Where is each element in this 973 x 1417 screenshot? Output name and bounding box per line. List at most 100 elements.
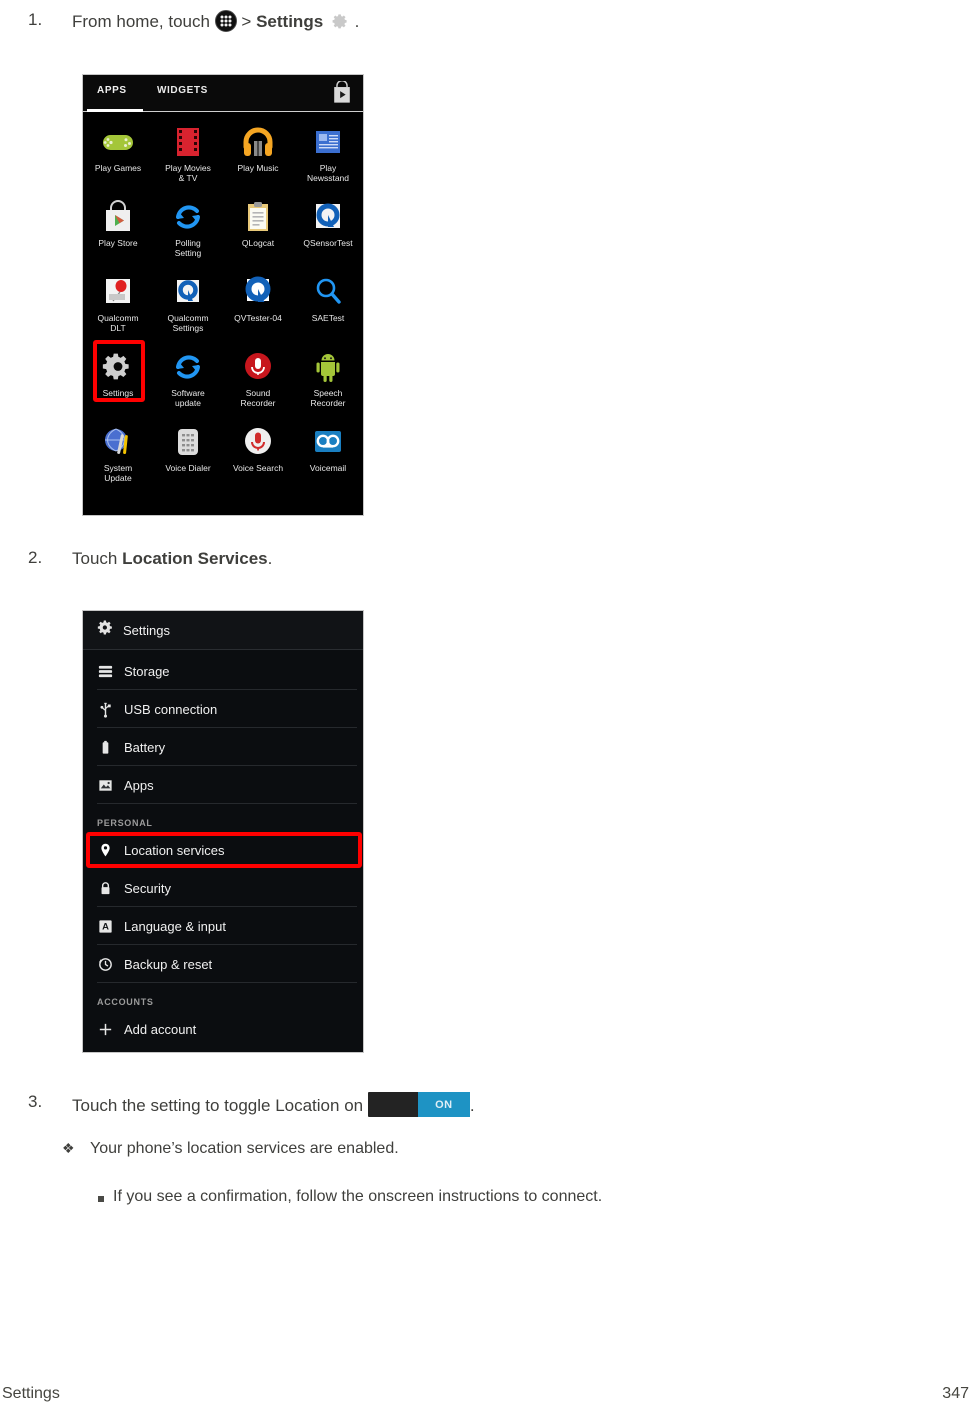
- app-play-music[interactable]: Play Music: [223, 118, 293, 193]
- note-location-enabled: Your phone’s location services are enabl…: [90, 1140, 399, 1157]
- step-2-text-post: .: [267, 549, 273, 568]
- settings-item-security[interactable]: Security: [83, 869, 363, 907]
- step-3-number: 3.: [28, 1092, 43, 1111]
- app-voicemail[interactable]: Voicemail: [293, 418, 363, 493]
- letter-a-icon: A: [97, 918, 114, 935]
- app-play-games[interactable]: Play Games: [83, 118, 153, 193]
- settings-item-usb-connection[interactable]: USB connection: [83, 690, 363, 728]
- clipboard-icon: [240, 199, 276, 235]
- newspaper-icon: [310, 124, 346, 160]
- app-label: Play Games: [94, 163, 142, 173]
- app-play-movies-tv[interactable]: Play Movies & TV: [153, 118, 223, 193]
- svg-text:A: A: [102, 921, 109, 932]
- app-play-newsstand[interactable]: Play Newsstand: [293, 118, 363, 193]
- qualcomm-q-icon: [240, 274, 276, 310]
- app-qualcomm-dlt[interactable]: Qualcomm DLT: [83, 268, 153, 343]
- android-robot-icon: [310, 349, 346, 385]
- magnifier-icon: [310, 274, 346, 310]
- apps-row: Play Store Polling Setting QLogcat QSens…: [83, 193, 363, 268]
- app-voice-dialer[interactable]: Voice Dialer: [153, 418, 223, 493]
- app-play-store[interactable]: Play Store: [83, 193, 153, 268]
- settings-item-backup-reset[interactable]: Backup & reset: [83, 945, 363, 983]
- app-label: Qualcomm DLT: [97, 313, 139, 333]
- balloon-icon: [100, 274, 136, 310]
- settings-item-location-services[interactable]: Location services: [83, 831, 363, 869]
- app-qualcomm-settings[interactable]: Qualcomm Settings: [153, 268, 223, 343]
- app-label: Qualcomm Settings: [167, 313, 209, 333]
- diamond-bullet-icon: ❖: [62, 1140, 75, 1156]
- app-system-update[interactable]: System Update: [83, 418, 153, 493]
- app-qsensortest[interactable]: QSensorTest: [293, 193, 363, 268]
- qualcomm-q-icon: [310, 199, 346, 235]
- toggle-thumb-on[interactable]: ON: [417, 1092, 470, 1117]
- footer-page-number: 347: [942, 1385, 969, 1402]
- settings-item-label: Storage: [124, 663, 170, 679]
- app-speech-recorder[interactable]: Speech Recorder: [293, 343, 363, 418]
- settings-item-label: Backup & reset: [124, 956, 213, 972]
- drawer-tab-bar: APPS WIDGETS: [83, 75, 363, 112]
- apps-row: Play Games Play Movies & TV Play Music P…: [83, 118, 363, 193]
- apps-drawer-screenshot: APPS WIDGETS Play Games Play Movies & TV…: [82, 74, 364, 516]
- apps-row: System Update Voice Dialer Voice Search …: [83, 418, 363, 493]
- app-label: Speech Recorder: [310, 388, 346, 408]
- apps-drawer-icon: [214, 10, 237, 32]
- app-label: Voicemail: [309, 463, 347, 473]
- battery-icon: [97, 739, 114, 756]
- step-2-text-pre: Touch: [72, 549, 118, 568]
- app-label: Settings: [102, 388, 134, 398]
- apps-image-icon: [97, 777, 114, 794]
- settings-item-label: Add account: [124, 1021, 197, 1037]
- settings-item-apps[interactable]: Apps: [83, 766, 363, 804]
- gear-icon: [97, 619, 114, 641]
- tab-widgets[interactable]: WIDGETS: [157, 85, 208, 96]
- tab-apps[interactable]: APPS: [97, 85, 127, 96]
- settings-item-label: Apps: [124, 777, 154, 793]
- app-polling-setting[interactable]: Polling Setting: [153, 193, 223, 268]
- app-saetest[interactable]: SAETest: [293, 268, 363, 343]
- settings-section-accounts: ACCOUNTS: [97, 997, 154, 1007]
- shopping-bag-icon: [100, 199, 136, 235]
- microphone-icon: [240, 424, 276, 460]
- settings-item-add-account[interactable]: Add account: [83, 1010, 363, 1048]
- step-3: Touch the setting to toggle Location on …: [72, 1092, 475, 1117]
- step-1-text-post: .: [354, 12, 360, 31]
- lock-icon: [97, 880, 114, 897]
- settings-header: Settings: [83, 611, 363, 650]
- refresh-arrows-icon: [170, 349, 206, 385]
- settings-item-label: Battery: [124, 739, 166, 755]
- step-1-number: 1.: [28, 10, 43, 29]
- step-1-text-bold: Settings: [256, 12, 324, 31]
- app-label: Play Store: [98, 238, 138, 248]
- map-pin-icon: [97, 842, 114, 859]
- app-label: Polling Setting: [174, 238, 202, 258]
- play-store-bag-icon[interactable]: [331, 79, 353, 105]
- app-qlogcat[interactable]: QLogcat: [223, 193, 293, 268]
- app-label: Sound Recorder: [240, 388, 276, 408]
- settings-section-personal: PERSONAL: [97, 818, 153, 828]
- settings-item-storage[interactable]: Storage: [83, 652, 363, 690]
- note-confirmation: If you see a confirmation, follow the on…: [113, 1188, 603, 1205]
- step-1-text-pre: From home, touch: [72, 12, 210, 31]
- app-qvtester-04[interactable]: QVTester-04: [223, 268, 293, 343]
- app-settings[interactable]: Settings: [83, 340, 153, 418]
- plus-icon: [97, 1021, 114, 1038]
- settings-item-language-input[interactable]: A Language & input: [83, 907, 363, 945]
- step-2-text-bold: Location Services: [122, 549, 268, 568]
- refresh-arrows-icon: [170, 199, 206, 235]
- settings-screenshot: Settings Storage USB connection Battery …: [82, 610, 364, 1053]
- app-software-update[interactable]: Software update: [153, 343, 223, 418]
- app-sound-recorder[interactable]: Sound Recorder: [223, 343, 293, 418]
- voicemail-tape-icon: [310, 424, 346, 460]
- app-label: QVTester-04: [234, 313, 282, 323]
- gear-icon: [328, 11, 350, 33]
- step-2: Touch Location Services.: [72, 548, 272, 570]
- step-3-text-pre: Touch the setting to toggle Location on: [72, 1096, 364, 1115]
- location-toggle-switch[interactable]: ON: [367, 1092, 470, 1117]
- settings-item-label: Language & input: [124, 918, 226, 934]
- settings-item-battery[interactable]: Battery: [83, 728, 363, 766]
- apps-row: Qualcomm DLT Qualcomm Settings QVTester-…: [83, 268, 363, 343]
- app-label: Play Music: [237, 163, 279, 173]
- apps-row: Settings Software update Sound Recorder …: [83, 340, 363, 418]
- app-voice-search[interactable]: Voice Search: [223, 418, 293, 493]
- footer-section-label: Settings: [2, 1385, 60, 1402]
